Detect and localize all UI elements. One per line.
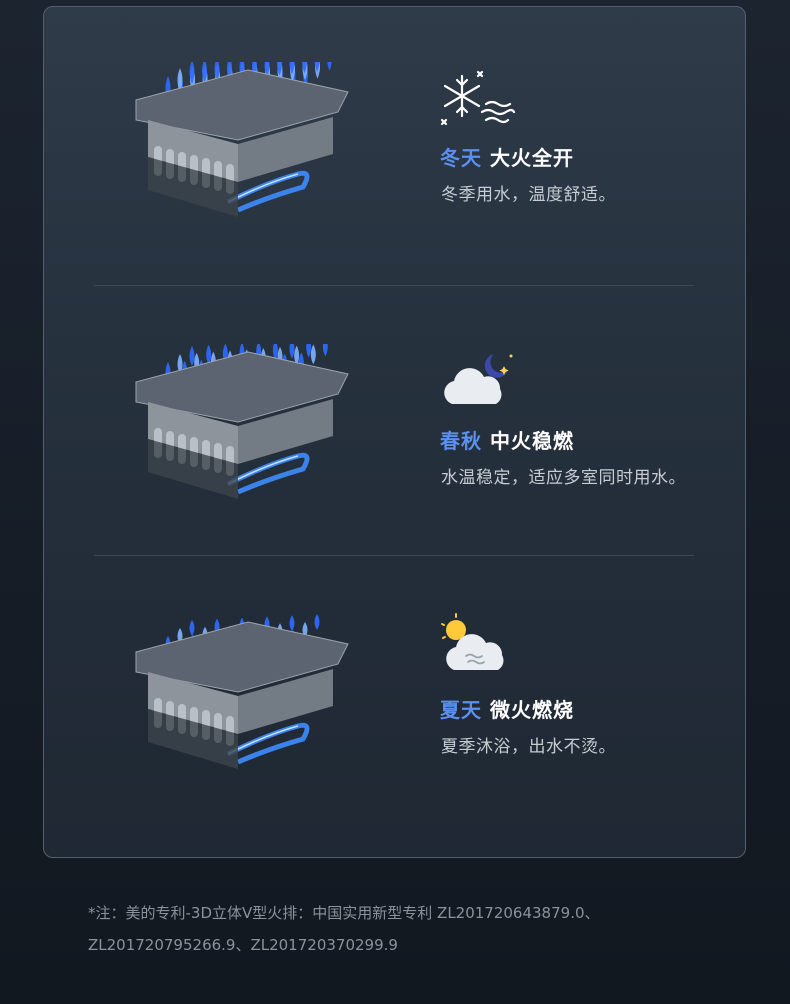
footnote-line: *注：美的专利-3D立体V型火排：中国实用新型专利 ZL201720643879… xyxy=(88,904,600,922)
mode-title: 夏天 微火燃烧 xyxy=(440,694,574,723)
flame-label: 中火稳燃 xyxy=(490,429,574,453)
cloud-moon-icon xyxy=(444,354,513,404)
flame xyxy=(189,346,195,366)
season-label: 春秋 xyxy=(440,429,482,453)
divider xyxy=(94,555,694,556)
burner-illustration xyxy=(135,614,349,769)
flame-label: 微火燃烧 xyxy=(490,698,574,722)
flame xyxy=(322,344,328,357)
mode-title: 春秋 中火稳燃 xyxy=(440,425,574,454)
mode-description: 夏季沐浴，出水不烫。 xyxy=(441,737,616,757)
flame xyxy=(189,620,195,636)
burner-illustration xyxy=(135,344,349,499)
divider xyxy=(94,285,694,286)
flame xyxy=(306,344,312,358)
patent-footnote: *注：美的专利-3D立体V型火排：中国实用新型专利 ZL201720643879… xyxy=(88,897,728,961)
season-label: 夏天 xyxy=(440,698,482,722)
footnote-line: ZL201720795266.9、ZL201720370299.9 xyxy=(88,936,398,954)
flame xyxy=(314,614,320,630)
mode-summer: 夏天 微火燃烧 夏季沐浴，出水不烫。 xyxy=(0,0,790,769)
flame xyxy=(310,344,316,365)
flame xyxy=(289,615,295,632)
mode-description: 水温稳定，适应多室同时用水。 xyxy=(441,468,686,488)
sun-cloud-icon xyxy=(441,613,504,670)
flame xyxy=(289,344,295,359)
